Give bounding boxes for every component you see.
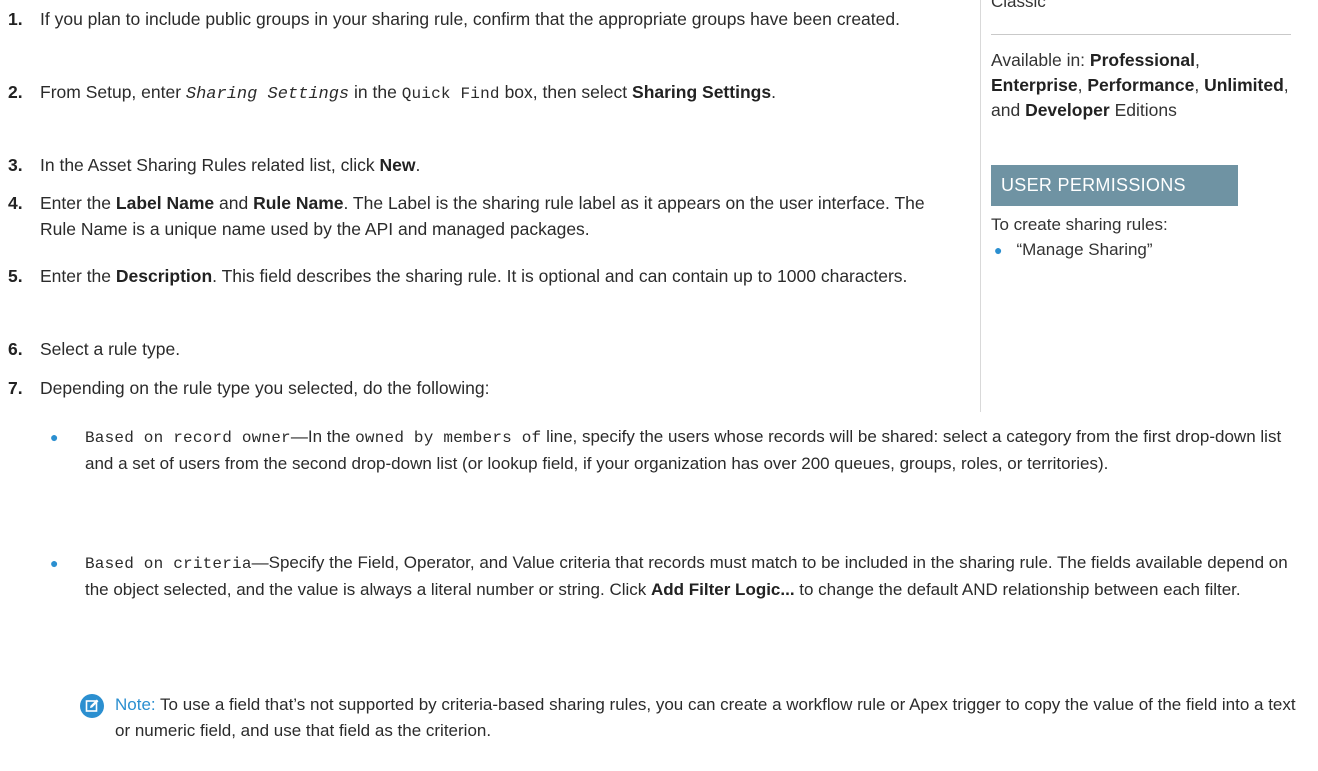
permissions-description: To create sharing rules: bbox=[991, 215, 1168, 234]
edition-professional: Professional bbox=[1089, 50, 1195, 70]
bullet-icon: ● bbox=[50, 429, 59, 445]
edition-developer: Developer bbox=[1025, 100, 1110, 120]
note-label: Note: bbox=[115, 695, 156, 714]
edition-performance: Performance bbox=[1087, 75, 1195, 95]
edition-heading: Classic bbox=[991, 0, 1046, 11]
description-ref: Description bbox=[115, 266, 213, 286]
bullet-icon: ● bbox=[50, 555, 59, 571]
quick-find-code: Quick Find bbox=[401, 85, 500, 103]
note-edit-icon bbox=[80, 694, 104, 718]
new-button-ref: New bbox=[379, 155, 416, 175]
owned-by-members-code: owned by members of bbox=[355, 429, 542, 447]
editions-sidebar: Classic Available in: Professional, Ente… bbox=[980, 0, 1318, 412]
user-permissions-header: USER PERMISSIONS bbox=[991, 165, 1238, 206]
rule-name-ref: Rule Name bbox=[253, 193, 344, 213]
label-name-ref: Label Name bbox=[115, 193, 215, 213]
edition-enterprise: Enterprise bbox=[991, 75, 1078, 95]
bullet-icon: ● bbox=[994, 242, 1003, 258]
edition-unlimited: Unlimited bbox=[1204, 75, 1284, 95]
permission-item: ● “Manage Sharing” bbox=[994, 240, 1153, 259]
sharing-settings-code: Sharing Settings bbox=[185, 85, 350, 104]
available-editions: Available in: Professional, Enterprise, … bbox=[991, 50, 1289, 120]
based-on-record-owner-code: Based on record owner bbox=[85, 429, 291, 447]
based-on-criteria-code: Based on criteria bbox=[85, 555, 252, 573]
add-filter-logic-ref: Add Filter Logic... bbox=[651, 580, 795, 599]
sidebar-divider bbox=[991, 34, 1291, 35]
sharing-settings-link: Sharing Settings bbox=[632, 82, 772, 102]
